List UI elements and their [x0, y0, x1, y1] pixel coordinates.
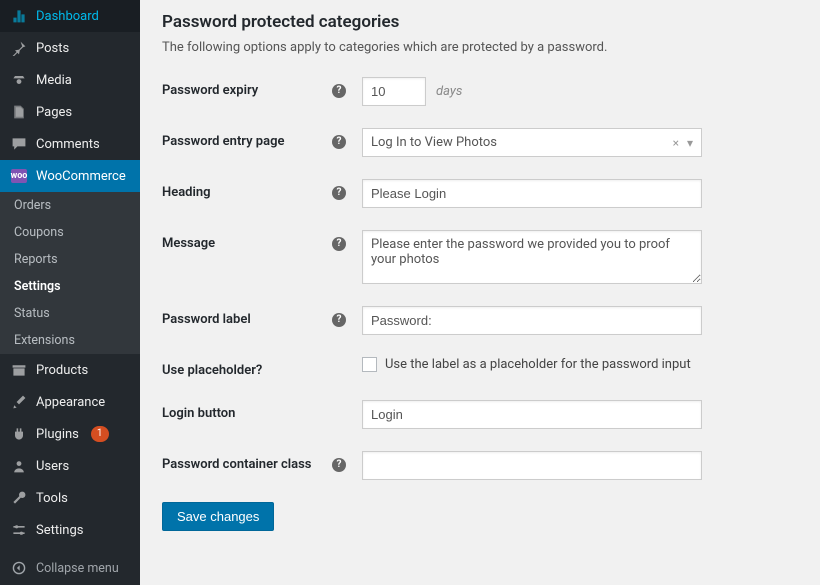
sidebar-item-label: Tools: [36, 491, 68, 506]
sidebar-item-posts[interactable]: Posts: [0, 32, 140, 64]
heading-input[interactable]: [362, 179, 702, 208]
sidebar-item-settings[interactable]: Settings: [0, 514, 140, 546]
sidebar-item-label: Settings: [36, 523, 83, 538]
media-icon: [10, 71, 28, 89]
help-icon[interactable]: ?: [332, 237, 346, 251]
submenu-item-orders[interactable]: Orders: [0, 192, 140, 219]
help-icon[interactable]: ?: [332, 313, 346, 327]
woo-icon: woo: [10, 167, 28, 185]
use-placeholder-checkbox[interactable]: [362, 357, 377, 372]
login-button-input[interactable]: [362, 400, 702, 429]
sidebar-item-pages[interactable]: Pages: [0, 96, 140, 128]
sidebar-item-appearance[interactable]: Appearance: [0, 386, 140, 418]
user-icon: [10, 457, 28, 475]
submenu-item-settings[interactable]: Settings: [0, 273, 140, 300]
sidebar-item-media[interactable]: Media: [0, 64, 140, 96]
message-textarea[interactable]: [362, 230, 702, 284]
submenu-item-coupons[interactable]: Coupons: [0, 219, 140, 246]
sidebar-item-tools[interactable]: Tools: [0, 482, 140, 514]
collapse-icon: [10, 559, 28, 577]
entry-page-label: Password entry page: [162, 134, 284, 149]
pin-icon: [10, 39, 28, 57]
sidebar-item-plugins[interactable]: Plugins 1: [0, 418, 140, 450]
comment-icon: [10, 135, 28, 153]
password-expiry-input[interactable]: [362, 77, 426, 106]
clear-icon[interactable]: ×: [673, 136, 679, 150]
sliders-icon: [10, 521, 28, 539]
entry-page-select[interactable]: Log In to View Photos × ▾: [362, 128, 702, 157]
password-expiry-label: Password expiry: [162, 83, 258, 98]
submenu-item-extensions[interactable]: Extensions: [0, 327, 140, 354]
archive-icon: [10, 361, 28, 379]
entry-page-value: Log In to View Photos: [371, 135, 497, 150]
sidebar-item-users[interactable]: Users: [0, 450, 140, 482]
help-icon[interactable]: ?: [332, 84, 346, 98]
help-icon[interactable]: ?: [332, 458, 346, 472]
sidebar-item-label: Products: [36, 363, 88, 378]
sidebar-item-dashboard[interactable]: Dashboard: [0, 0, 140, 32]
admin-sidebar: Dashboard Posts Media Pages Comments woo…: [0, 0, 140, 585]
collapse-menu[interactable]: Collapse menu: [0, 551, 140, 585]
update-badge: 1: [91, 426, 109, 442]
sidebar-item-label: Appearance: [36, 395, 105, 410]
submenu-item-status[interactable]: Status: [0, 300, 140, 327]
main-content: Password protected categories The follow…: [140, 0, 820, 585]
page-title: Password protected categories: [162, 12, 798, 32]
use-placeholder-desc: Use the label as a placeholder for the p…: [385, 357, 691, 372]
page-icon: [10, 103, 28, 121]
sidebar-item-label: Posts: [36, 41, 69, 56]
sidebar-item-label: Users: [36, 459, 69, 474]
sidebar-item-products[interactable]: Products: [0, 354, 140, 386]
password-label-label: Password label: [162, 312, 251, 327]
settings-form: Password expiry? days Password entry pag…: [162, 77, 798, 480]
sidebar-item-label: Media: [36, 73, 72, 88]
collapse-label: Collapse menu: [36, 561, 119, 576]
submenu-item-reports[interactable]: Reports: [0, 246, 140, 273]
chevron-down-icon[interactable]: ▾: [687, 136, 693, 150]
help-icon[interactable]: ?: [332, 135, 346, 149]
brush-icon: [10, 393, 28, 411]
save-changes-button[interactable]: Save changes: [162, 502, 274, 531]
container-class-input[interactable]: [362, 451, 702, 480]
expiry-suffix: days: [436, 84, 462, 99]
dashboard-icon: [10, 7, 28, 25]
page-description: The following options apply to categorie…: [162, 40, 798, 55]
container-class-label: Password container class: [162, 457, 311, 472]
sidebar-item-label: Comments: [36, 137, 100, 152]
sidebar-item-label: Plugins: [36, 427, 79, 442]
woocommerce-submenu: Orders Coupons Reports Settings Status E…: [0, 192, 140, 354]
sidebar-item-label: WooCommerce: [36, 169, 126, 184]
sidebar-item-comments[interactable]: Comments: [0, 128, 140, 160]
sidebar-item-label: Dashboard: [36, 9, 99, 24]
help-icon[interactable]: ?: [332, 186, 346, 200]
password-label-input[interactable]: [362, 306, 702, 335]
plug-icon: [10, 425, 28, 443]
use-placeholder-label: Use placeholder?: [162, 363, 262, 378]
sidebar-item-label: Pages: [36, 105, 72, 120]
login-button-label: Login button: [162, 406, 235, 421]
heading-label: Heading: [162, 185, 211, 200]
wrench-icon: [10, 489, 28, 507]
message-label: Message: [162, 236, 215, 251]
sidebar-item-woocommerce[interactable]: woo WooCommerce: [0, 160, 140, 192]
